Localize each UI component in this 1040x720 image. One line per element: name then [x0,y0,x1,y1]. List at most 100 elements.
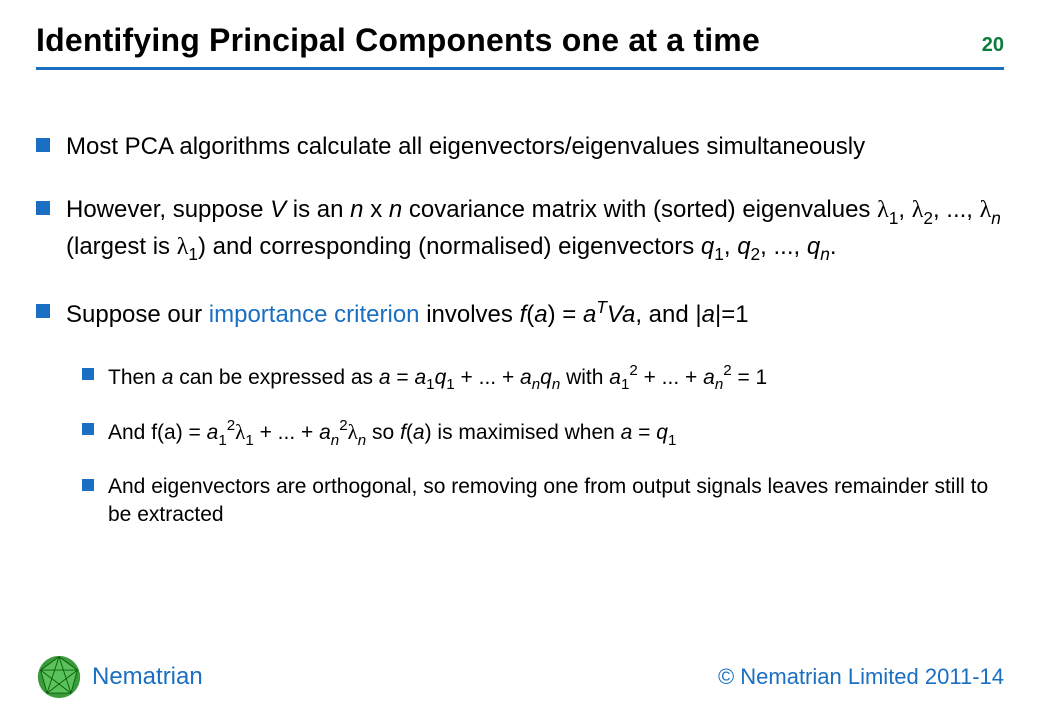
var-a: a [703,366,715,389]
footer-copyright: © Nematrian Limited 2011-14 [718,664,1004,690]
slide-title: Identifying Principal Components one at … [36,22,760,59]
text: is an [286,196,350,223]
var-q: q [656,421,668,444]
lambda: λ [348,420,358,444]
lambda: λ [235,420,245,444]
var-a: a [319,421,331,444]
var-q: q [807,233,820,260]
var-n: n [389,196,402,223]
var-a: a [379,366,391,389]
subscript-1: 1 [446,376,454,393]
text: ( [406,421,413,444]
var-V: V [270,196,286,223]
var-a: a [207,421,219,444]
bullet-square-icon [36,201,50,215]
lambda: λ [877,197,889,223]
text: , [898,196,911,223]
bullet-3c: And eigenvectors are orthogonal, so remo… [82,473,1004,530]
text: + ... + [455,366,520,389]
var-a: a [520,366,532,389]
superscript-2: 2 [629,362,637,379]
bullet-1-text: Most PCA algorithms calculate all eigenv… [66,130,865,163]
text: is maximised when [432,421,621,444]
bullet-3b: And f(a) = a12λ1 + ... + an2λn so f(a) i… [82,417,1004,451]
text: ) [425,421,432,444]
bullet-square-icon [82,368,94,380]
subscript-2: 2 [751,244,761,264]
bullet-square-icon [82,479,94,491]
bullet-3b-text: And f(a) = a12λ1 + ... + an2λn so f(a) i… [108,417,676,451]
subscript-n: n [820,244,830,264]
var-a: a [583,301,596,328]
subscript-n: n [552,376,560,393]
bullet-1: Most PCA algorithms calculate all eigenv… [36,130,1004,163]
text: = 1 [732,366,768,389]
slide: Identifying Principal Components one at … [0,0,1040,720]
text: + ... + [254,421,319,444]
text: . [830,233,837,260]
nematrian-logo-icon [36,654,82,700]
title-row: Identifying Principal Components one at … [36,22,1004,59]
var-n: n [350,196,363,223]
var-a: a [534,301,547,328]
text: , and | [635,301,701,328]
title-underline [36,67,1004,70]
text: , ..., [760,233,807,260]
superscript-2: 2 [227,417,235,434]
lambda: λ [980,197,992,223]
footer-brand: Nematrian [92,663,203,691]
superscript-2: 2 [723,362,731,379]
text: x [364,196,389,223]
bullet-3a-text: Then a can be expressed as a = a1q1 + ..… [108,362,767,396]
text: (largest is [66,233,177,260]
var-q: q [435,366,447,389]
text: And f(a) = [108,421,207,444]
bullet-3a: Then a can be expressed as a = a1q1 + ..… [82,362,1004,396]
subscript-1: 1 [426,376,434,393]
text: |=1 [715,301,749,328]
subscript-n: n [532,376,540,393]
text: can be expressed as [173,366,378,389]
subscript-1: 1 [188,244,198,264]
var-q: q [701,233,714,260]
bullet-2-text: However, suppose V is an n x n covarianc… [66,193,1004,266]
text: , ..., [933,196,980,223]
subscript-1: 1 [245,432,253,449]
text: Then [108,366,162,389]
text: so [366,421,400,444]
bullet-2: However, suppose V is an n x n covarianc… [36,193,1004,266]
subscript-n: n [331,432,339,449]
text: However, suppose [66,196,270,223]
var-a: a [702,301,715,328]
bullet-square-icon [36,304,50,318]
var-a: a [621,421,633,444]
slide-body: Most PCA algorithms calculate all eigenv… [36,130,1004,551]
text: involves [420,301,520,328]
lambda: λ [912,197,924,223]
text: ) = [548,301,583,328]
subscript-1: 1 [889,208,899,228]
text: covariance matrix with (sorted) eigenval… [402,196,877,223]
bullet-square-icon [82,423,94,435]
text: with [560,366,609,389]
var-q: q [540,366,552,389]
subscript-1: 1 [668,432,676,449]
footer-left: Nematrian [36,654,203,700]
page-number: 20 [982,34,1004,57]
superscript-T: T [596,297,607,317]
text: ) and corresponding (normalised) eigenve… [198,233,701,260]
var-Va: Va [607,301,635,328]
subscript-n: n [715,376,723,393]
subscript-n: n [358,432,366,449]
bullet-square-icon [36,138,50,152]
var-a: a [609,366,621,389]
link-importance-criterion[interactable]: importance criterion [209,301,420,328]
subscript-n: n [991,208,1001,228]
var-a: a [413,421,425,444]
text: + ... + [638,366,703,389]
bullet-3c-text: And eigenvectors are orthogonal, so remo… [108,473,1004,530]
var-a: a [162,366,174,389]
slide-footer: Nematrian © Nematrian Limited 2011-14 [36,654,1004,700]
bullet-3-text: Suppose our importance criterion involve… [66,296,749,331]
text: Suppose our [66,301,209,328]
